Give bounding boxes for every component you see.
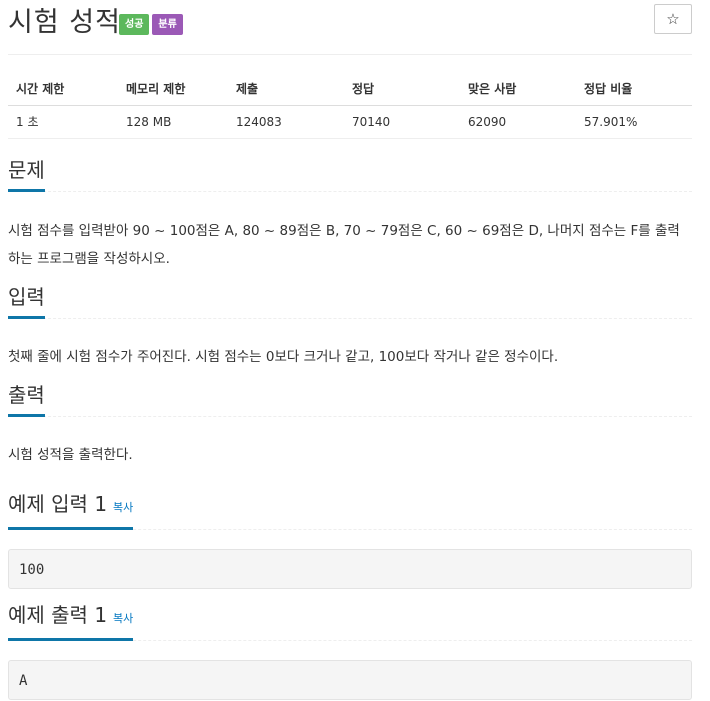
col-time-limit: 시간 제한	[8, 72, 118, 106]
input-description: 첫째 줄에 시험 점수가 주어진다. 시험 점수는 0보다 크거나 같고, 10…	[8, 349, 559, 365]
col-submissions: 제출	[228, 72, 344, 106]
sample-input-title-text: 예제 입력 1	[8, 492, 108, 516]
accept-rate-value: 57.901%	[576, 105, 692, 139]
problem-description: 시험 점수를 입력받아 90 ~ 100점은 A, 80 ~ 89점은 B, 7…	[8, 223, 680, 267]
col-accepted: 정답	[344, 72, 460, 106]
status-badge-success[interactable]: 성공	[119, 14, 150, 35]
col-solvers: 맞은 사람	[460, 72, 576, 106]
output-section-header: 출력	[8, 380, 692, 417]
sample-input-section-header: 예제 입력 1 복사	[8, 489, 692, 530]
sample-input-box[interactable]: 100	[8, 549, 692, 589]
star-icon: ☆	[666, 10, 680, 28]
input-section-header: 입력	[8, 282, 692, 319]
sample-output-title-text: 예제 출력 1	[8, 603, 108, 627]
page-title: 시험 성적	[8, 7, 121, 38]
sample-output-title: 예제 출력 1 복사	[8, 600, 134, 641]
category-badge[interactable]: 분류	[152, 14, 183, 35]
accepted-value[interactable]: 70140	[344, 105, 460, 139]
problem-section-header: 문제	[8, 155, 692, 192]
table-header-row: 시간 제한 메모리 제한 제출 정답 맞은 사람 정답 비율	[8, 72, 692, 106]
col-accept-rate: 정답 비율	[576, 72, 692, 106]
solvers-value[interactable]: 62090	[460, 105, 576, 139]
problem-section-title: 문제	[8, 155, 45, 192]
time-limit-value: 1 초	[8, 105, 118, 139]
problem-header: 시험 성적 성공 분류 ☆	[0, 0, 710, 56]
input-section-title: 입력	[8, 282, 45, 319]
header-divider	[8, 54, 692, 55]
sample-output-section-header: 예제 출력 1 복사	[8, 600, 692, 641]
problem-info-table: 시간 제한 메모리 제한 제출 정답 맞은 사람 정답 비율 1 초 128 M…	[8, 72, 692, 139]
memory-limit-value: 128 MB	[118, 105, 228, 139]
table-row: 1 초 128 MB 124083 70140 62090 57.901%	[8, 105, 692, 139]
copy-sample-input-button[interactable]: 복사	[113, 501, 133, 514]
badge-group: 성공 분류	[119, 14, 183, 35]
output-section-title: 출력	[8, 380, 45, 417]
output-description: 시험 성적을 출력한다.	[8, 447, 133, 463]
sample-input-title: 예제 입력 1 복사	[8, 489, 134, 530]
copy-sample-output-button[interactable]: 복사	[113, 612, 133, 625]
submissions-value[interactable]: 124083	[228, 105, 344, 139]
col-memory-limit: 메모리 제한	[118, 72, 228, 106]
favorite-button[interactable]: ☆	[654, 4, 692, 34]
sample-output-box[interactable]: A	[8, 660, 692, 700]
